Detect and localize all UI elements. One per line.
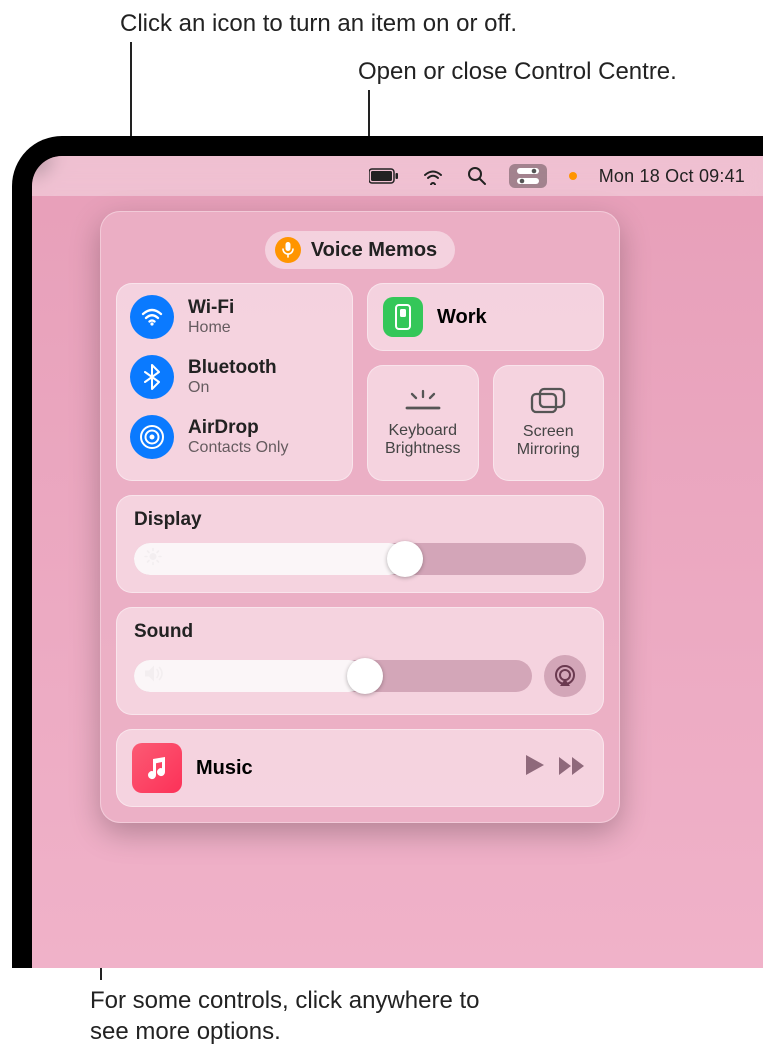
sound-label: Sound (134, 621, 586, 643)
connectivity-card[interactable]: Wi-Fi Home Bluetooth On (116, 283, 353, 481)
callout-toggle: Click an icon to turn an item on or off. (120, 8, 517, 39)
sound-card[interactable]: Sound (116, 607, 604, 715)
spotlight-icon[interactable] (467, 166, 487, 186)
screen-mirroring-button[interactable]: Screen Mirroring (493, 365, 605, 481)
display-label: Display (134, 509, 586, 531)
airdrop-title: AirDrop (188, 417, 288, 439)
callout-moreoptions: For some controls, click anywhere to see… (90, 985, 490, 1047)
now-playing-card[interactable]: Music (116, 729, 604, 807)
macbook-screen: Mon 18 Oct 09:41 Voice Memos Wi-Fi Home (12, 136, 763, 968)
keyboard-brightness-button[interactable]: Keyboard Brightness (367, 365, 479, 481)
wifi-toggle[interactable]: Wi-Fi Home (130, 295, 339, 339)
airplay-audio-button[interactable] (544, 655, 586, 697)
wifi-title: Wi-Fi (188, 297, 234, 319)
wifi-icon[interactable] (421, 167, 445, 185)
bluetooth-title: Bluetooth (188, 357, 277, 379)
airdrop-subtitle: Contacts Only (188, 439, 288, 457)
media-title: Music (196, 757, 510, 780)
bluetooth-toggle[interactable]: Bluetooth On (130, 355, 339, 399)
callout-openclose: Open or close Control Centre. (358, 56, 677, 87)
control-centre-panel: Voice Memos Wi-Fi Home (100, 211, 620, 823)
screen-mirroring-icon (530, 387, 566, 415)
airplay-icon (553, 665, 577, 687)
voice-memos-label: Voice Memos (311, 239, 437, 262)
display-slider[interactable] (134, 543, 586, 575)
bluetooth-icon[interactable] (130, 355, 174, 399)
display-card[interactable]: Display (116, 495, 604, 593)
sound-slider[interactable] (134, 660, 532, 692)
microphone-icon (275, 237, 301, 263)
keyboard-brightness-label: Keyboard Brightness (375, 422, 471, 458)
battery-icon[interactable] (369, 168, 399, 184)
wifi-icon[interactable] (130, 295, 174, 339)
next-track-button[interactable] (558, 753, 588, 784)
wifi-subtitle: Home (188, 319, 234, 337)
music-app-icon (132, 743, 182, 793)
play-button[interactable] (524, 753, 546, 784)
focus-card[interactable]: Work (367, 283, 604, 351)
menubar-datetime[interactable]: Mon 18 Oct 09:41 (599, 166, 745, 187)
voice-memos-pill[interactable]: Voice Memos (265, 231, 455, 269)
mic-in-use-dot-icon (569, 172, 577, 180)
bluetooth-subtitle: On (188, 379, 277, 397)
screen-mirroring-label: Screen Mirroring (501, 423, 597, 459)
airdrop-toggle[interactable]: AirDrop Contacts Only (130, 415, 339, 459)
focus-work-icon (383, 297, 423, 337)
menu-bar: Mon 18 Oct 09:41 (32, 156, 763, 196)
keyboard-brightness-icon (404, 388, 442, 414)
airdrop-icon[interactable] (130, 415, 174, 459)
control-centre-icon[interactable] (509, 164, 547, 188)
focus-label: Work (437, 306, 487, 329)
